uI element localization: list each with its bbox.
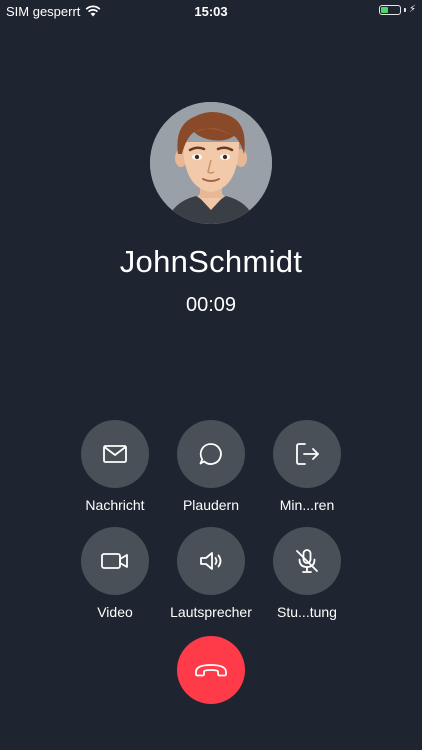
- avatar-illustration: [150, 102, 272, 224]
- battery-tip: [403, 8, 406, 12]
- caller-name: JohnSchmidt: [119, 244, 303, 279]
- end-call-button[interactable]: [177, 636, 245, 704]
- video-button[interactable]: Video: [67, 527, 163, 620]
- video-button-label: Video: [97, 604, 133, 620]
- phone-hangup-icon: [195, 664, 227, 677]
- status-clock: 15:03: [194, 4, 228, 19]
- status-bar: SIM gesperrt 15:03 ⚡: [0, 0, 422, 22]
- message-button-circle[interactable]: [81, 420, 149, 488]
- battery-icon: [378, 5, 401, 15]
- message-button-label: Nachricht: [85, 497, 145, 513]
- caller-avatar: [150, 102, 272, 224]
- exit-icon: [296, 443, 319, 465]
- minimize-button[interactable]: Min...ren: [259, 420, 355, 513]
- video-button-circle[interactable]: [81, 527, 149, 595]
- chat-bubble-icon: [199, 443, 222, 465]
- mute-button-label: Stu...tung: [277, 604, 337, 620]
- envelope-icon: [103, 445, 127, 463]
- speaker-button-circle[interactable]: [177, 527, 245, 595]
- speaker-button[interactable]: Lautsprecher: [163, 527, 259, 620]
- chat-button-circle[interactable]: [177, 420, 245, 488]
- call-duration: 00:09: [185, 294, 237, 316]
- chat-button-label: Plaudern: [182, 497, 240, 513]
- video-camera-icon: [101, 553, 128, 569]
- speaker-icon: [200, 552, 222, 570]
- chat-button[interactable]: Plaudern: [163, 420, 259, 513]
- minimize-button-label: Min...ren: [279, 497, 335, 513]
- mute-button[interactable]: Stu...tung: [259, 527, 355, 620]
- minimize-button-circle[interactable]: [273, 420, 341, 488]
- charging-bolt-icon: ⚡: [408, 4, 416, 15]
- speaker-button-label: Lautsprecher: [170, 604, 252, 620]
- microphone-muted-icon: [296, 549, 318, 573]
- message-button[interactable]: Nachricht: [67, 420, 163, 513]
- mute-button-circle[interactable]: [273, 527, 341, 595]
- battery-fill: [380, 7, 388, 13]
- battery-indicator: ⚡: [378, 4, 416, 15]
